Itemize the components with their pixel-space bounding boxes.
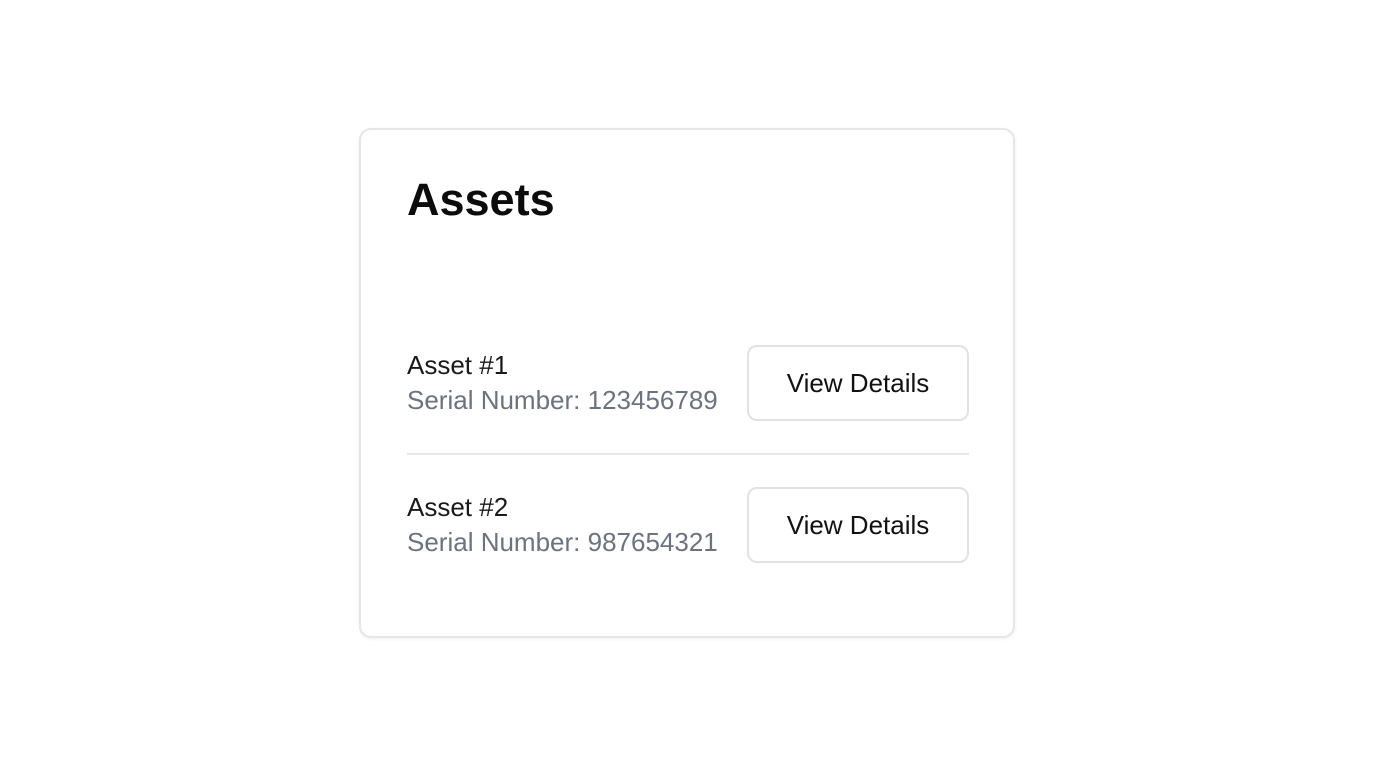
asset-name: Asset #2 bbox=[407, 492, 509, 522]
divider bbox=[407, 453, 969, 455]
list-item: Asset #1 Serial Number: 123456789 View D… bbox=[407, 345, 969, 421]
asset-name: Asset #1 bbox=[407, 350, 509, 380]
assets-card: Assets Asset #1 Serial Number: 123456789… bbox=[359, 128, 1015, 638]
asset-info: Asset #2 Serial Number: 987654321 bbox=[407, 487, 718, 563]
page-title: Assets bbox=[407, 174, 555, 225]
asset-serial-number: Serial Number: 987654321 bbox=[407, 527, 718, 557]
view-details-button[interactable]: View Details bbox=[747, 345, 969, 421]
view-details-button[interactable]: View Details bbox=[747, 487, 969, 563]
asset-serial-number: Serial Number: 123456789 bbox=[407, 385, 718, 415]
asset-list: Asset #1 Serial Number: 123456789 View D… bbox=[407, 345, 969, 563]
asset-info: Asset #1 Serial Number: 123456789 bbox=[407, 345, 718, 421]
list-item: Asset #2 Serial Number: 987654321 View D… bbox=[407, 487, 969, 563]
